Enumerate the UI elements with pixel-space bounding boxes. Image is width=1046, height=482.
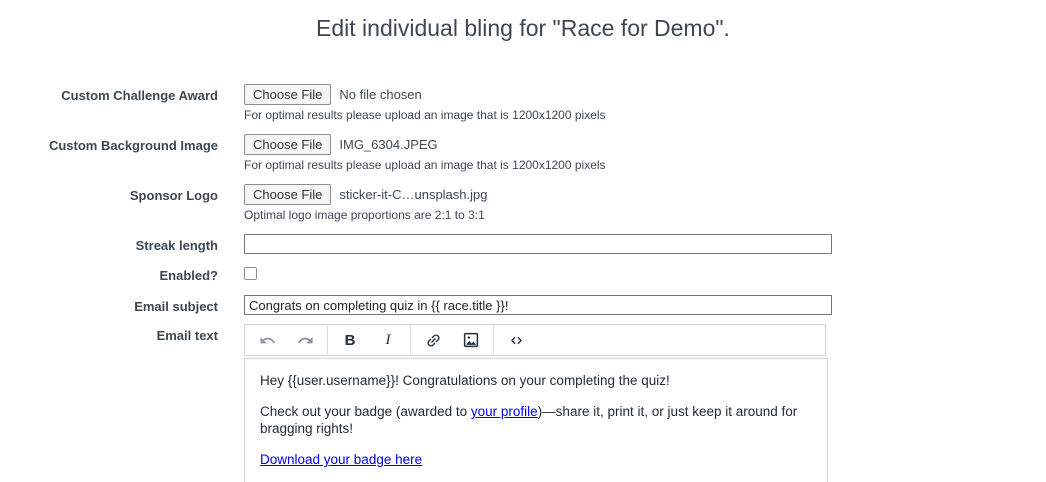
custom-challenge-award-label: Custom Challenge Award [61, 88, 218, 103]
your-profile-link[interactable]: your profile [471, 404, 538, 419]
row-enabled: Enabled? [0, 264, 1046, 285]
toolbar-group-history [245, 325, 328, 355]
email-paragraph-download: Download your badge here [260, 451, 812, 468]
code-icon[interactable] [504, 328, 528, 352]
email-paragraph-badge: Check out your badge (awarded to your pr… [260, 404, 798, 436]
email-subject-input[interactable] [244, 295, 832, 315]
row-custom-background-image: Custom Background Image Choose File IMG_… [0, 134, 1046, 172]
email-text-label: Email text [156, 328, 218, 343]
custom-challenge-award-filename: No file chosen [339, 87, 422, 102]
sponsor-logo-choose-file-button[interactable]: Choose File [244, 184, 332, 205]
redo-icon[interactable] [293, 328, 317, 352]
undo-icon[interactable] [255, 328, 279, 352]
custom-challenge-award-helper: For optimal results please upload an ima… [244, 108, 606, 122]
custom-background-image-filename: IMG_6304.JPEG [339, 137, 438, 152]
bling-edit-form: Custom Challenge Award Choose File No fi… [0, 84, 1046, 482]
custom-background-image-helper: For optimal results please upload an ima… [244, 158, 606, 172]
sponsor-logo-helper: Optimal logo image proportions are 2:1 t… [244, 208, 485, 222]
row-sponsor-logo: Sponsor Logo Choose File sticker-it-C…un… [0, 184, 1046, 222]
email-paragraph-greeting: Hey {{user.username}}! Congratulations o… [260, 373, 670, 388]
streak-length-input[interactable] [244, 234, 832, 254]
download-badge-link[interactable]: Download your badge here [260, 452, 422, 467]
sponsor-logo-filename: sticker-it-C…unsplash.jpg [339, 187, 488, 202]
toolbar-group-insert [411, 325, 494, 355]
italic-icon[interactable]: I [376, 328, 400, 352]
custom-background-image-choose-file-button[interactable]: Choose File [244, 134, 332, 155]
enabled-checkbox[interactable] [244, 267, 257, 280]
email-text-content[interactable]: Hey {{user.username}}! Congratulations o… [244, 358, 828, 482]
enabled-label: Enabled? [159, 268, 218, 283]
link-icon[interactable] [421, 328, 445, 352]
image-icon[interactable] [459, 328, 483, 352]
row-email-text: Email text B I Hey {{user.username}}! Co… [0, 324, 1046, 482]
row-email-subject: Email subject [0, 295, 1046, 315]
email-subject-label: Email subject [134, 299, 218, 314]
email-text-editor: B I Hey {{user.username}}! Congratulatio… [244, 324, 828, 482]
row-streak-length: Streak length [0, 234, 1046, 254]
custom-background-image-label: Custom Background Image [48, 138, 218, 153]
bold-icon[interactable]: B [338, 328, 362, 352]
streak-length-label: Streak length [135, 238, 218, 253]
custom-challenge-award-choose-file-button[interactable]: Choose File [244, 84, 332, 105]
sponsor-logo-label: Sponsor Logo [129, 188, 218, 203]
toolbar-group-format: B I [328, 325, 411, 355]
toolbar-group-code [494, 325, 538, 355]
page-title: Edit individual bling for "Race for Demo… [316, 15, 730, 41]
row-custom-challenge-award: Custom Challenge Award Choose File No fi… [0, 84, 1046, 122]
editor-toolbar: B I [244, 324, 826, 356]
